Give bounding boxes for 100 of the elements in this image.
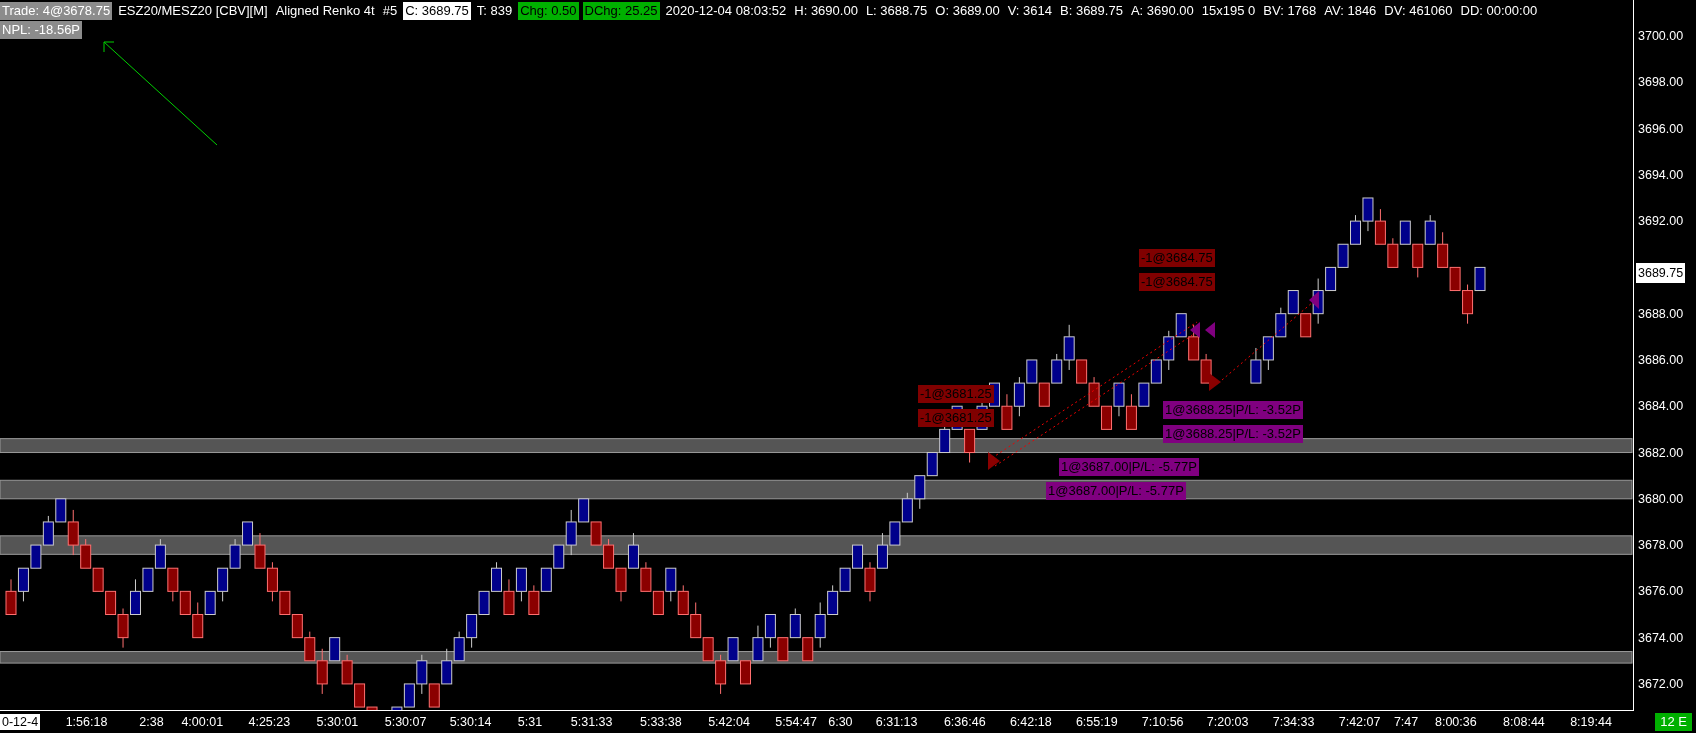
time-label: 7:42:07 <box>1338 714 1381 730</box>
header-field: Trade: 4@3678.75 <box>0 1 113 20</box>
header-field: T: 839 <box>474 1 515 20</box>
candle <box>640 561 652 592</box>
time-label: 8:08:44 <box>1503 714 1545 730</box>
candle <box>1337 243 1349 268</box>
candle <box>1287 290 1299 315</box>
candle <box>1101 405 1113 430</box>
trade-label: -1@3681.25 <box>918 385 994 403</box>
time-label: 6:42:18 <box>1009 714 1052 730</box>
candle <box>154 538 166 569</box>
candle <box>789 608 801 639</box>
header-field: BV: 1768 <box>1261 1 1319 20</box>
price-tick-label: 3694.00 <box>1638 166 1684 184</box>
candle <box>491 561 502 592</box>
candle <box>627 532 639 569</box>
candle <box>652 590 664 615</box>
header-field: 15x195 0 <box>1199 1 1258 20</box>
candle <box>540 567 552 592</box>
candle <box>615 567 627 602</box>
candle <box>1262 336 1274 371</box>
candle <box>1275 307 1287 338</box>
header-field: L: 3688.75 <box>863 1 930 20</box>
time-label: 5:30:07 <box>384 714 427 730</box>
time-label: 7:47 <box>1393 714 1419 730</box>
triangle-marker <box>988 452 1000 470</box>
trade-label: -1@3684.75 <box>1139 249 1215 267</box>
candle <box>5 578 17 615</box>
candle <box>17 567 29 602</box>
candle <box>1200 353 1212 384</box>
candle <box>590 521 602 546</box>
candle <box>777 637 789 662</box>
trade-label: 1@3687.00|P/L: -5.77P <box>1059 458 1199 476</box>
candle <box>229 538 241 569</box>
price-tick-label: 3696.00 <box>1638 120 1684 138</box>
candle <box>839 567 851 592</box>
time-label: 5:31 <box>517 714 543 730</box>
candle <box>453 631 465 662</box>
time-label: 8:19:44 <box>1570 714 1612 730</box>
trade-label: 1@3688.25|P/L: -3.52P <box>1163 401 1303 419</box>
price-tick-label: 3700.00 <box>1638 28 1684 45</box>
npl-field: NPL: -18.56P <box>0 20 83 39</box>
candle <box>503 578 515 615</box>
time-label: 6:55:19 <box>1075 714 1118 730</box>
time-zone-badge: 12 E <box>1655 713 1692 731</box>
candle <box>466 614 478 649</box>
price-tick-label: 3672.00 <box>1638 675 1684 693</box>
price-tick-label: 3680.00 <box>1638 490 1684 508</box>
current-price-label: 3689.75 <box>1636 263 1686 284</box>
candle <box>30 544 42 569</box>
candle <box>217 567 229 602</box>
price-tick-label: 3684.00 <box>1638 398 1684 416</box>
price-tick-label: 3688.00 <box>1638 305 1684 323</box>
candle <box>1374 208 1386 245</box>
triangle-marker <box>1309 291 1319 309</box>
candle <box>1038 382 1050 407</box>
candle <box>1424 214 1436 245</box>
time-label: 2:38 <box>139 714 164 730</box>
price-tick-label: 3698.00 <box>1638 74 1684 92</box>
header-field: Chg: 0.50 <box>518 1 579 20</box>
time-label: 6:36:46 <box>943 714 986 730</box>
header-field: H: 3690.00 <box>792 1 860 20</box>
header-field: DD: 00:00:00 <box>1458 1 1540 20</box>
header-field: O: 3689.00 <box>933 1 1002 20</box>
header-field: B: 3689.75 <box>1058 1 1125 20</box>
candle <box>1399 220 1411 245</box>
trade-label: 1@3688.25|P/L: -3.52P <box>1163 425 1303 443</box>
trade-label: 1@3687.00|P/L: -5.77P <box>1046 482 1186 500</box>
time-label: 0-12-4 <box>0 714 41 730</box>
time-label: 5:42:04 <box>708 714 750 730</box>
time-label: 7:20:03 <box>1206 714 1249 730</box>
time-label: 6:30 <box>828 714 853 730</box>
header-field: C: 3689.75 <box>403 1 471 20</box>
candle <box>1350 214 1361 245</box>
time-label: 5:30:14 <box>449 714 492 730</box>
time-label: 5:31:33 <box>570 714 613 730</box>
candle <box>341 654 353 685</box>
candle <box>42 515 54 546</box>
candle <box>1113 382 1125 417</box>
candle <box>1088 376 1100 407</box>
candle <box>603 538 615 569</box>
triangle-marker <box>1190 322 1200 338</box>
time-label: 5:30:01 <box>316 714 359 730</box>
time-label: 1:56:18 <box>65 714 108 730</box>
header-field: AV: 1846 <box>1322 1 1379 20</box>
header-field: 2020-12-04 08:03:52 <box>663 1 789 20</box>
candle <box>914 475 926 510</box>
price-tick-label: 3674.00 <box>1638 629 1684 647</box>
time-label: 6:31:13 <box>875 714 918 730</box>
candle <box>1412 243 1424 278</box>
time-label: 5:54:47 <box>775 714 817 730</box>
time-label: 8:00:36 <box>1434 714 1477 730</box>
header-field: #5 <box>380 1 400 20</box>
candle <box>1387 237 1399 268</box>
candle <box>515 567 527 602</box>
trade-label: -1@3684.75 <box>1139 273 1215 291</box>
triangle-marker <box>1205 322 1215 338</box>
candle <box>1250 347 1262 384</box>
header-field: ESZ20/MESZ20 [CBV][M] <box>116 1 270 20</box>
price-tick-label: 3686.00 <box>1638 351 1684 369</box>
